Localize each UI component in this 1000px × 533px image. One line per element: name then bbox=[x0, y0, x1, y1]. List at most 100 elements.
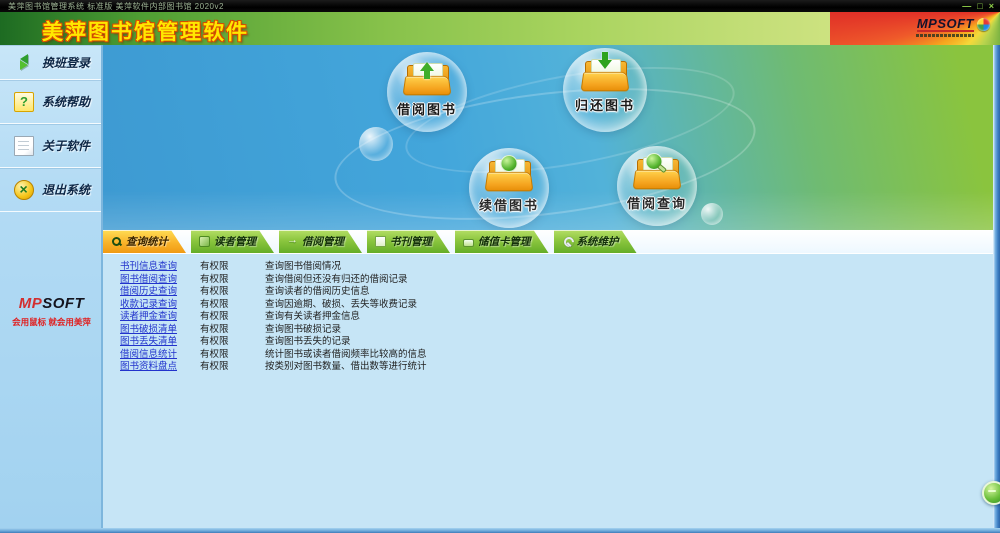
sidebar-item-label: 关于软件 bbox=[42, 137, 90, 154]
decorative-bubble bbox=[701, 203, 723, 225]
permission-cell: 有权限 bbox=[200, 274, 265, 287]
tab-bar: 查询统计 读者管理 借阅管理 书刊管理 储值卡管理 bbox=[103, 230, 993, 253]
tab-label: 储值卡管理 bbox=[478, 234, 531, 249]
sidebar-item-about-software[interactable]: 关于软件 bbox=[0, 124, 101, 168]
brand-tagline-decoration bbox=[916, 34, 974, 37]
sidebar-item-label: 换班登录 bbox=[42, 54, 90, 71]
description-cell: 查询读者的借阅历史信息 bbox=[265, 286, 427, 299]
magnifier-icon bbox=[111, 236, 122, 247]
table-row: 图书借阅查询 有权限 查询借阅但还没有归还的借阅记录 bbox=[120, 274, 427, 287]
description-cell: 查询因逾期、破损、丢失等收费记录 bbox=[265, 299, 427, 312]
table-row: 书刊信息查询 有权限 查询图书借阅情况 bbox=[120, 261, 427, 274]
return-books-bubble[interactable]: 归还图书 bbox=[563, 48, 647, 132]
exit-icon bbox=[14, 180, 34, 200]
link-lost-books-list[interactable]: 图书丢失清单 bbox=[120, 336, 177, 347]
tab-label: 系统维护 bbox=[577, 234, 619, 249]
sidebar: 换班登录 系统帮助 关于软件 退出系统 MPSOFT 会用鼠标 就会用美萍 bbox=[0, 45, 103, 528]
permission-cell: 有权限 bbox=[200, 299, 265, 312]
table-row: 图书丢失清单 有权限 查询图书丢失的记录 bbox=[120, 336, 427, 349]
tab-query-statistics[interactable]: 查询统计 bbox=[103, 230, 186, 253]
close-button[interactable]: × bbox=[989, 2, 994, 11]
table-row: 读者押金查询 有权限 查询有关读者押金信息 bbox=[120, 311, 427, 324]
brand-mp: MP bbox=[19, 295, 43, 312]
card-icon bbox=[463, 239, 474, 247]
sidebar-item-exit-system[interactable]: 退出系统 bbox=[0, 168, 101, 212]
header-brand: MPSOFT bbox=[917, 17, 990, 32]
query-table: 书刊信息查询 有权限 查询图书借阅情况 图书借阅查询 有权限 查询借阅但还没有归… bbox=[120, 261, 427, 374]
permission-cell: 有权限 bbox=[200, 336, 265, 349]
link-reader-deposit-query[interactable]: 读者押金查询 bbox=[120, 311, 177, 322]
bubble-label: 借阅查询 bbox=[627, 193, 687, 212]
description-cell: 查询借阅但还没有归还的借阅记录 bbox=[265, 274, 427, 287]
query-statistics-panel: 书刊信息查询 有权限 查询图书借阅情况 图书借阅查询 有权限 查询借阅但还没有归… bbox=[103, 253, 993, 528]
description-cell: 查询图书丢失的记录 bbox=[265, 336, 427, 349]
description-cell: 按类别对图书数量、借出数等进行统计 bbox=[265, 361, 427, 374]
description-cell: 查询图书借阅情况 bbox=[265, 261, 427, 274]
tab-borrow-management[interactable]: 借阅管理 bbox=[279, 230, 362, 253]
link-book-inventory[interactable]: 图书资料盘点 bbox=[120, 361, 177, 372]
permission-cell: 有权限 bbox=[200, 311, 265, 324]
permission-cell: 有权限 bbox=[200, 324, 265, 337]
wrench-icon bbox=[562, 236, 573, 247]
tab-stored-value-card-management[interactable]: 储值卡管理 bbox=[455, 230, 549, 253]
table-row: 图书资料盘点 有权限 按类别对图书数量、借出数等进行统计 bbox=[120, 361, 427, 374]
decorative-bubble bbox=[359, 127, 393, 161]
link-damaged-books-list[interactable]: 图书破损清单 bbox=[120, 324, 177, 335]
edge-expand-button[interactable] bbox=[982, 481, 1000, 505]
minimize-button[interactable]: — bbox=[962, 2, 971, 11]
sidebar-item-shift-login[interactable]: 换班登录 bbox=[0, 45, 101, 80]
main-area: 借阅图书 归还图书 续借图书 bbox=[103, 45, 993, 528]
folder-renew-icon bbox=[486, 159, 532, 193]
link-book-info-query[interactable]: 书刊信息查询 bbox=[120, 261, 177, 272]
help-icon bbox=[14, 92, 34, 112]
tab-system-maintenance[interactable]: 系统维护 bbox=[554, 230, 637, 253]
brand-soft: SOFT bbox=[42, 295, 84, 312]
mpsoft-logo-text: MPSOFT bbox=[917, 17, 974, 32]
folder-arrow-down-icon bbox=[582, 59, 628, 93]
folder-search-icon bbox=[634, 157, 680, 191]
tab-reader-management[interactable]: 读者管理 bbox=[191, 230, 274, 253]
bubble-label: 续借图书 bbox=[479, 195, 539, 214]
brand-slogan: 会用鼠标 就会用美萍 bbox=[0, 316, 103, 328]
sidebar-item-label: 系统帮助 bbox=[42, 93, 90, 110]
about-document-icon bbox=[14, 136, 34, 156]
folder-arrow-up-icon bbox=[404, 63, 450, 97]
mpsoft-logo-icon bbox=[977, 18, 990, 31]
table-row: 借阅信息统计 有权限 统计图书或读者借阅频率比较高的信息 bbox=[120, 349, 427, 362]
renew-books-bubble[interactable]: 续借图书 bbox=[469, 148, 549, 228]
tab-book-management[interactable]: 书刊管理 bbox=[367, 230, 450, 253]
window-titlebar: 美萍图书馆管理系统 标准版 美萍软件内部图书馆 2020v2 — □ × bbox=[0, 0, 1000, 12]
link-payment-record-query[interactable]: 收款记录查询 bbox=[120, 299, 177, 310]
sidebar-item-label: 退出系统 bbox=[42, 181, 90, 198]
swap-arrows-icon bbox=[14, 52, 34, 72]
borrow-books-bubble[interactable]: 借阅图书 bbox=[387, 52, 467, 132]
arrow-icon bbox=[287, 236, 298, 247]
hero-area: 借阅图书 归还图书 续借图书 bbox=[103, 45, 993, 230]
bubble-label: 归还图书 bbox=[575, 95, 635, 114]
permission-cell: 有权限 bbox=[200, 349, 265, 362]
permission-cell: 有权限 bbox=[200, 361, 265, 374]
window-body: 换班登录 系统帮助 关于软件 退出系统 MPSOFT 会用鼠标 就会用美萍 bbox=[0, 45, 1000, 528]
description-cell: 查询图书破损记录 bbox=[265, 324, 427, 337]
app-header: 美萍图书馆管理软件 MPSOFT bbox=[0, 12, 1000, 45]
tab-label: 书刊管理 bbox=[390, 234, 432, 249]
table-row: 图书破损清单 有权限 查询图书破损记录 bbox=[120, 324, 427, 337]
tab-label: 借阅管理 bbox=[302, 234, 344, 249]
description-cell: 统计图书或读者借阅频率比较高的信息 bbox=[265, 349, 427, 362]
app-title: 美萍图书馆管理软件 bbox=[42, 16, 249, 45]
link-book-borrow-query[interactable]: 图书借阅查询 bbox=[120, 274, 177, 285]
window-title: 美萍图书馆管理系统 标准版 美萍软件内部图书馆 2020v2 bbox=[8, 1, 224, 12]
reader-icon bbox=[199, 236, 210, 247]
sidebar-item-system-help[interactable]: 系统帮助 bbox=[0, 80, 101, 124]
maximize-button[interactable]: □ bbox=[977, 2, 982, 11]
table-row: 借阅历史查询 有权限 查询读者的借阅历史信息 bbox=[120, 286, 427, 299]
link-borrow-history-query[interactable]: 借阅历史查询 bbox=[120, 286, 177, 297]
window-controls: — □ × bbox=[962, 0, 994, 12]
description-cell: 查询有关读者押金信息 bbox=[265, 311, 427, 324]
permission-cell: 有权限 bbox=[200, 286, 265, 299]
borrow-query-bubble[interactable]: 借阅查询 bbox=[617, 146, 697, 226]
tab-label: 读者管理 bbox=[214, 234, 256, 249]
page-icon bbox=[375, 236, 386, 247]
permission-cell: 有权限 bbox=[200, 261, 265, 274]
link-borrow-info-statistics[interactable]: 借阅信息统计 bbox=[120, 349, 177, 360]
